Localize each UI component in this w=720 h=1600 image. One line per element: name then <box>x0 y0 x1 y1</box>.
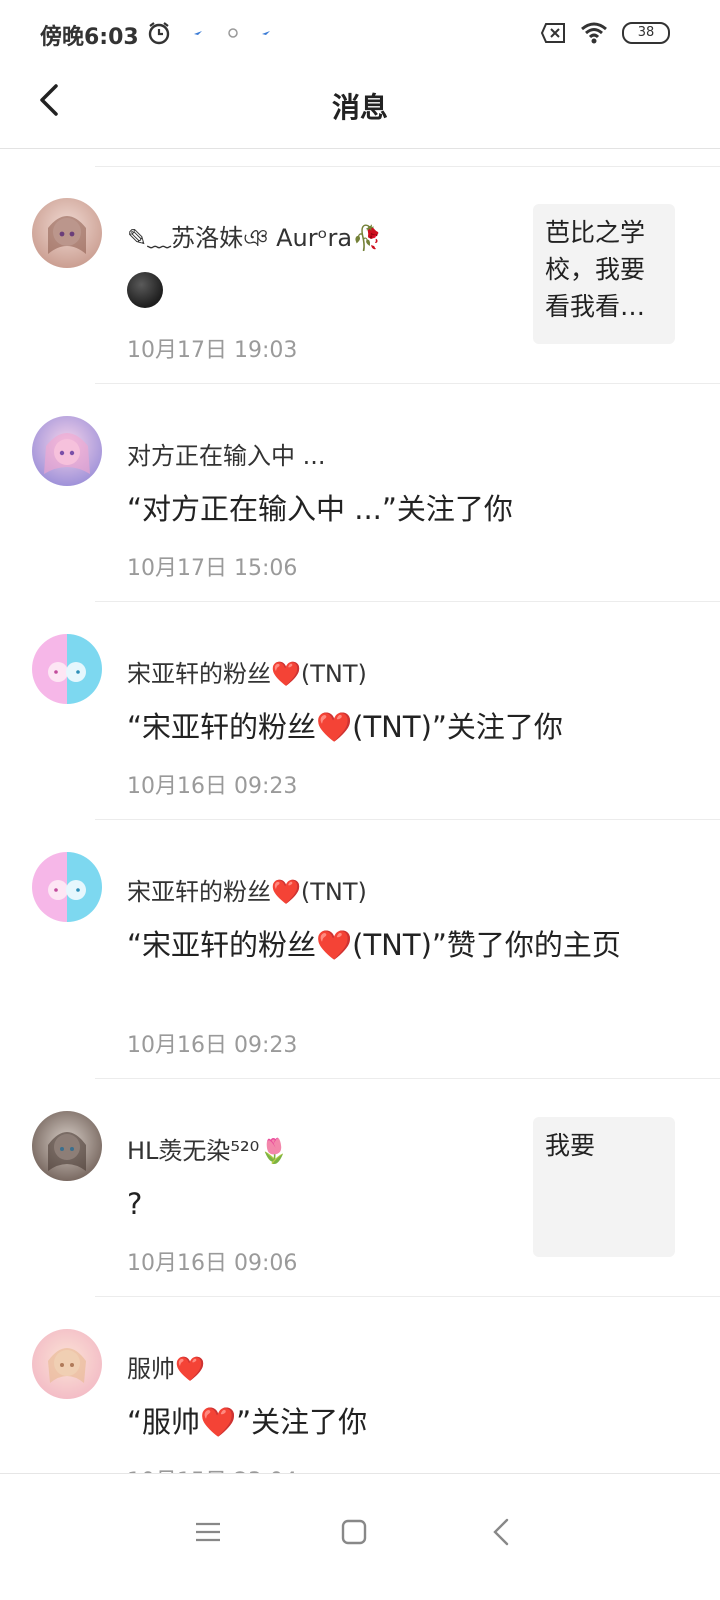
timestamp: 10月16日 09:23 <box>127 774 298 799</box>
battery-icon: 38 <box>622 22 670 44</box>
timestamp: 10月17日 15:06 <box>127 556 298 581</box>
list-item[interactable]: 对方正在输入中 ... “对方正在输入中 ...”关注了你 10月17日 15:… <box>0 384 720 602</box>
list-item[interactable]: 宋亚轩的粉丝❤️(TNT) “宋亚轩的粉丝❤️(TNT)”赞了你的主页 10月1… <box>0 820 720 1079</box>
list-item[interactable]: ✎﹏苏洛妹ঞ Aurᵒra🥀 10月17日 19:03 芭比之学校，我要看我看… <box>0 166 720 384</box>
notification-icon <box>262 31 270 35</box>
avatar[interactable] <box>32 852 102 922</box>
sender-name: 宋亚轩的粉丝❤️(TNT) <box>127 878 367 906</box>
alarm-icon <box>148 22 170 45</box>
avatar-illustration-icon <box>44 433 90 474</box>
status-left-icons <box>146 20 274 46</box>
wifi-icon <box>581 22 607 44</box>
menu-icon[interactable] <box>188 1512 228 1552</box>
timestamp: 10月17日 19:03 <box>127 338 298 363</box>
notification-icon <box>228 28 238 38</box>
message-content: “宋亚轩的粉丝❤️(TNT)”关注了你 <box>127 710 563 744</box>
message-list[interactable]: ✎﹏苏洛妹ঞ Aurᵒra🥀 10月17日 19:03 芭比之学校，我要看我看…… <box>0 148 720 1474</box>
header: 消息 <box>0 68 720 149</box>
sim-off-icon <box>540 23 565 43</box>
message-content: “宋亚轩的粉丝❤️(TNT)”赞了你的主页 <box>127 928 621 962</box>
message-preview-thumbnail[interactable]: 芭比之学校，我要看我看… <box>533 204 675 344</box>
list-item[interactable]: 宋亚轩的粉丝❤️(TNT) “宋亚轩的粉丝❤️(TNT)”关注了你 10月16日… <box>0 602 720 820</box>
message-content: “对方正在输入中 ...”关注了你 <box>127 492 513 526</box>
avatar-illustration-icon <box>48 662 86 682</box>
timestamp: 10月16日 09:06 <box>127 1251 298 1276</box>
page-title: 消息 <box>331 91 388 124</box>
message-preview-thumbnail[interactable]: 我要 <box>533 1117 675 1257</box>
avatar[interactable] <box>32 416 102 486</box>
list-item[interactable]: 服帅❤️ “服帅❤️”关注了你 10月15日 23:04 <box>0 1297 720 1474</box>
list-item[interactable]: HL羡无染⁵²⁰🌷 ? 10月16日 09:06 我要 <box>0 1079 720 1297</box>
avatar[interactable] <box>32 1111 102 1181</box>
avatar-illustration-icon <box>48 216 86 254</box>
status-right-icons: 38 <box>540 21 670 45</box>
avatar-illustration-icon <box>48 1348 86 1383</box>
dark-face-emoji-icon <box>127 272 163 308</box>
system-nav-bar <box>0 1473 720 1600</box>
sender-name: ✎﹏苏洛妹ঞ Aurᵒra🥀 <box>127 224 382 252</box>
message-content <box>127 272 163 319</box>
sender-name: 对方正在输入中 ... <box>127 442 326 470</box>
message-content: ? <box>127 1187 143 1221</box>
timestamp: 10月16日 09:23 <box>127 1033 298 1058</box>
back-chevron-icon[interactable] <box>483 1512 523 1552</box>
status-bar: 傍晚6:03 38 <box>0 0 720 68</box>
sender-name: 宋亚轩的粉丝❤️(TNT) <box>127 660 367 688</box>
avatar-illustration-icon <box>48 1132 86 1171</box>
avatar[interactable] <box>32 634 102 704</box>
home-square-icon[interactable] <box>334 1512 374 1552</box>
avatar-illustration-icon <box>48 880 86 900</box>
avatar[interactable] <box>32 1329 102 1399</box>
status-time: 傍晚6:03 <box>40 25 139 50</box>
message-content: “服帅❤️”关注了你 <box>127 1405 368 1439</box>
notification-icon <box>194 31 202 35</box>
avatar[interactable] <box>32 198 102 268</box>
sender-name: 服帅❤️ <box>127 1355 205 1383</box>
sender-name: HL羡无染⁵²⁰🌷 <box>127 1137 290 1165</box>
